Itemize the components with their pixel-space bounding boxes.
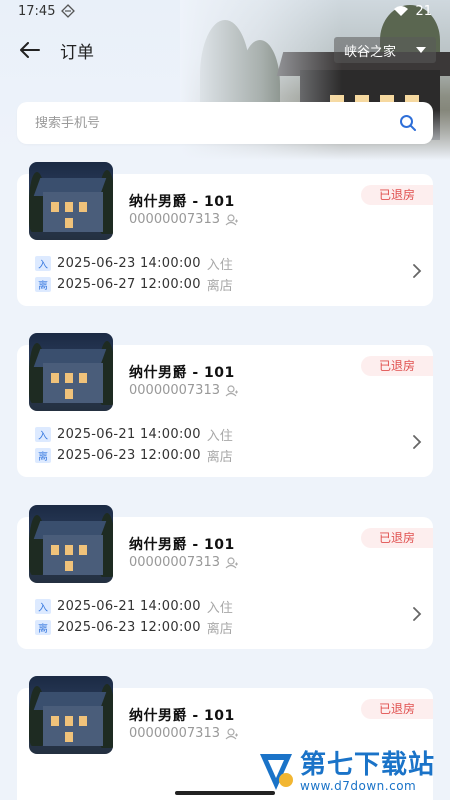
- room-thumbnail: [29, 676, 113, 754]
- status-badge: 已退房: [361, 699, 433, 719]
- watermark-logo-icon: [260, 754, 293, 790]
- app-header: 订单 峡谷之家: [0, 30, 450, 70]
- chevron-down-icon: [416, 47, 426, 53]
- order-card[interactable]: 纳什男爵 - 101 00000007313 已退房 入 2025-06-21 …: [17, 505, 433, 649]
- room-name: 纳什男爵 - 101: [129, 365, 235, 381]
- check-out-label: 离店: [206, 450, 233, 465]
- check-out-tag: 离: [35, 277, 51, 292]
- check-out-tag: 离: [35, 620, 51, 635]
- status-bar: 17:45 21: [0, 0, 450, 22]
- check-in-tag: 入: [35, 427, 51, 442]
- room-thumbnail: [29, 333, 113, 411]
- chevron-right-icon: [413, 607, 422, 621]
- check-out-row: 离 2025-06-27 12:00:00 离店: [35, 275, 233, 294]
- check-in-row: 入 2025-06-23 14:00:00 入住: [35, 254, 233, 273]
- battery-level: 21: [415, 3, 432, 19]
- home-indicator[interactable]: [175, 791, 275, 795]
- check-out-label: 离店: [206, 622, 233, 637]
- room-name: 纳什男爵 - 101: [129, 194, 235, 210]
- room-thumbnail: [29, 505, 113, 583]
- back-arrow-icon[interactable]: [16, 36, 44, 64]
- store-selector[interactable]: 峡谷之家: [334, 37, 436, 63]
- check-in-tag: 入: [35, 256, 51, 271]
- check-out-time: 2025-06-23 12:00:00: [57, 448, 201, 463]
- check-in-time: 2025-06-21 14:00:00: [57, 599, 201, 614]
- search-input[interactable]: [35, 115, 397, 131]
- check-out-time: 2025-06-27 12:00:00: [57, 277, 201, 292]
- check-in-row: 入 2025-06-21 14:00:00 入住: [35, 425, 233, 444]
- guest-icon: [225, 384, 238, 396]
- chevron-right-icon: [413, 264, 422, 278]
- order-card[interactable]: 纳什男爵 - 101 00000007313 已退房 入 2025-06-21 …: [17, 333, 433, 477]
- room-name: 纳什男爵 - 101: [129, 537, 235, 553]
- check-out-label: 离店: [206, 279, 233, 294]
- order-number: 00000007313: [129, 383, 239, 398]
- status-badge: 已退房: [361, 185, 433, 205]
- check-out-row: 离 2025-06-23 12:00:00 离店: [35, 618, 233, 637]
- check-in-label: 入住: [206, 429, 233, 444]
- wifi-icon: [394, 6, 409, 16]
- watermark-title: 第七下载站: [300, 750, 436, 780]
- watermark-url: www.d7down.com: [300, 779, 417, 793]
- order-number: 00000007313: [129, 212, 239, 227]
- check-in-tag: 入: [35, 599, 51, 614]
- search-icon[interactable]: [397, 112, 419, 134]
- order-number-text: 00000007313: [129, 555, 220, 570]
- room-thumbnail: [29, 162, 113, 240]
- guest-icon: [225, 556, 238, 568]
- check-in-time: 2025-06-23 14:00:00: [57, 256, 201, 271]
- order-card[interactable]: 纳什男爵 - 101 00000007313 已退房 入 2025-06-23 …: [17, 162, 433, 306]
- check-in-time: 2025-06-21 14:00:00: [57, 427, 201, 442]
- order-number: 00000007313: [129, 726, 239, 741]
- order-number-text: 00000007313: [129, 383, 220, 398]
- page-title: 订单: [60, 42, 94, 63]
- order-number-text: 00000007313: [129, 212, 220, 227]
- check-in-label: 入住: [206, 258, 233, 273]
- check-out-row: 离 2025-06-23 12:00:00 离店: [35, 446, 233, 465]
- check-in-row: 入 2025-06-21 14:00:00 入住: [35, 597, 233, 616]
- store-selector-label: 峡谷之家: [344, 44, 397, 60]
- chevron-right-icon: [413, 435, 422, 449]
- check-out-time: 2025-06-23 12:00:00: [57, 620, 201, 635]
- nfc-icon: [61, 4, 76, 18]
- status-time: 17:45: [18, 3, 56, 19]
- guest-icon: [225, 213, 238, 225]
- room-name: 纳什男爵 - 101: [129, 708, 235, 724]
- guest-icon: [225, 727, 238, 739]
- site-watermark: 第七下载站 www.d7down.com: [256, 744, 450, 800]
- status-badge: 已退房: [361, 528, 433, 548]
- check-in-label: 入住: [206, 601, 233, 616]
- status-badge: 已退房: [361, 356, 433, 376]
- search-bar: [17, 102, 433, 144]
- check-out-tag: 离: [35, 448, 51, 463]
- order-number-text: 00000007313: [129, 726, 220, 741]
- order-number: 00000007313: [129, 555, 239, 570]
